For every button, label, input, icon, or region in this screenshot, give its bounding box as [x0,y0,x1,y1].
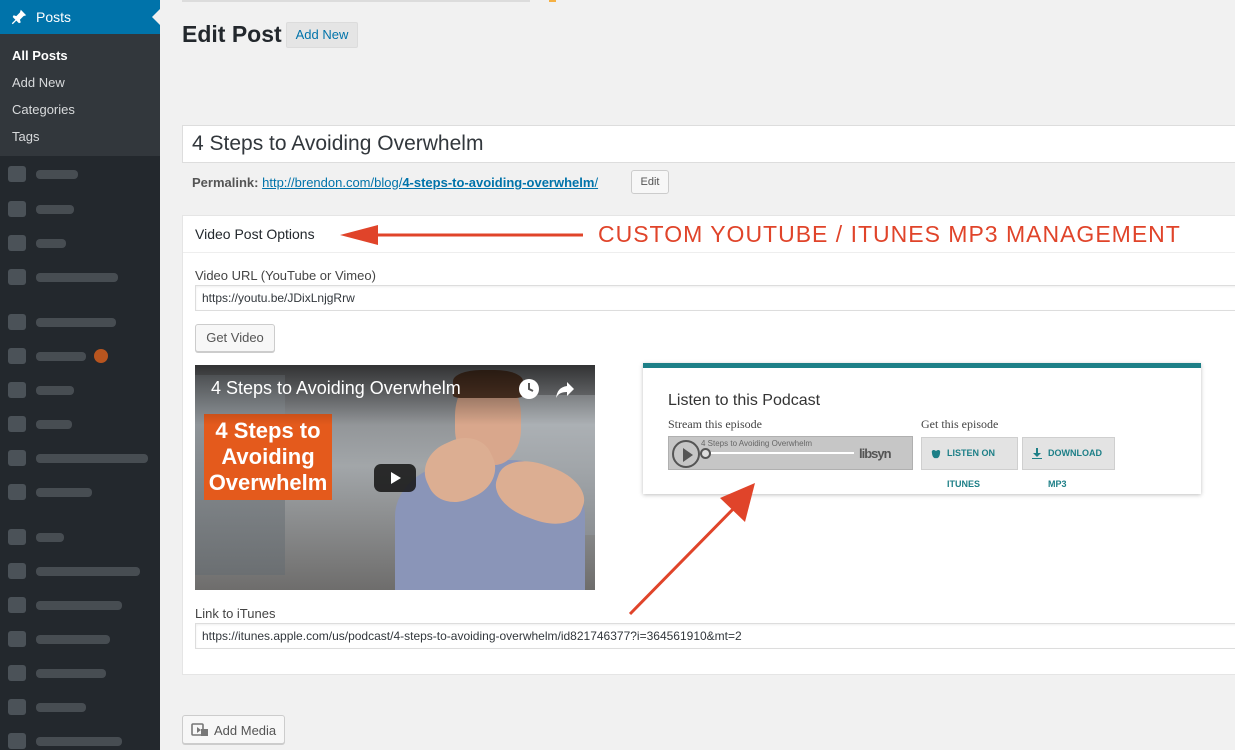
submenu-add-new[interactable]: Add New [12,75,65,90]
add-media-icon [191,723,208,736]
current-menu-indicator [152,9,160,25]
thumbnail-title-card: 4 Steps to Avoiding Overwhelm [204,414,332,500]
permalink-link[interactable]: http://brendon.com/blog/4-steps-to-avoid… [262,175,598,190]
sidebar-item-label: Posts [36,9,72,25]
audio-player: 4 Steps to Avoiding Overwhelm libsyn [668,436,913,470]
add-new-button[interactable]: Add New [286,22,358,48]
permalink: Permalink: http://brendon.com/blog/4-ste… [192,175,598,190]
add-media-label: Add Media [214,723,277,738]
itunes-link-input[interactable]: https://itunes.apple.com/us/podcast/4-st… [195,623,1235,649]
listen-on-itunes-button[interactable]: LISTEN ON ITUNES [921,437,1018,489]
get-episode-label: Get this episode [921,417,999,431]
youtube-video-embed[interactable]: 4 Steps to Avoiding Overwhelm 4 Steps to… [195,365,595,590]
video-title: 4 Steps to Avoiding Overwhelm [211,378,461,398]
video-url-label: Video URL (YouTube or Vimeo) [195,268,376,283]
libsyn-logo: libsyn [859,446,892,461]
get-video-button[interactable]: Get Video [195,324,275,352]
submenu-all-posts[interactable]: All Posts [12,48,68,63]
submenu-categories[interactable]: Categories [12,102,75,117]
permalink-edit-button[interactable]: Edit [631,170,669,194]
download-mp3-button[interactable]: DOWNLOAD MP3 [1022,437,1115,489]
play-button-icon[interactable] [374,464,416,492]
post-title-input[interactable]: 4 Steps to Avoiding Overwhelm [182,125,1235,163]
download-icon [1032,448,1042,459]
permalink-label: Permalink: [192,175,259,190]
progress-handle[interactable] [700,448,711,459]
itunes-link-label: Link to iTunes [195,606,276,621]
progress-track[interactable] [711,452,854,454]
submenu-tags[interactable]: Tags [12,129,39,144]
posts-submenu: All Posts Add New Categories Tags [0,34,160,156]
share-icon[interactable] [553,377,577,401]
page-title: Edit Post [182,21,282,47]
postbox-title: Video Post Options [195,226,315,242]
admin-sidebar: Posts All Posts Add New Categories Tags [0,0,160,750]
podcast-title: Listen to this Podcast [668,392,821,409]
player-episode-title: 4 Steps to Avoiding Overwhelm [701,439,813,448]
add-media-button[interactable]: Add Media [182,715,285,744]
annotation-text: CUSTOM YOUTUBE / ITUNES MP3 MANAGEMENT [598,221,1181,247]
video-url-input[interactable]: https://youtu.be/JDixLnjgRrw [195,285,1235,311]
pushpin-icon [11,9,27,25]
apple-icon [931,449,941,459]
play-icon[interactable] [672,440,700,468]
sidebar-item-posts[interactable]: Posts [0,0,160,34]
stream-label: Stream this episode [668,417,762,431]
watch-later-icon[interactable] [517,377,541,401]
podcast-widget: Listen to this Podcast Stream this episo… [643,363,1201,494]
